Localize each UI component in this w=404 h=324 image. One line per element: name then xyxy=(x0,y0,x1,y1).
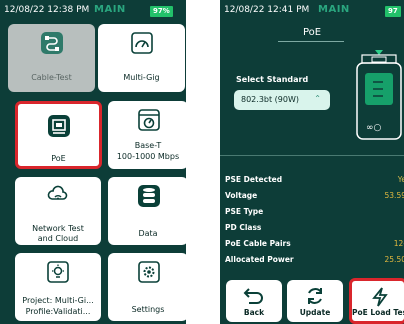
back-arrow-icon xyxy=(243,288,263,304)
result-label: Allocated Power xyxy=(225,255,294,264)
main-menu-screen: 12/08/22 12:38 PM MAIN 97% Cable-Test Mu… xyxy=(0,0,186,324)
status-app-name: MAIN xyxy=(318,4,350,15)
select-standard-label: Select Standard xyxy=(236,75,309,84)
result-label: PoE Cable Pairs xyxy=(225,239,291,248)
result-row: PD Class xyxy=(225,223,404,235)
standard-select[interactable]: 802.3bt (90W) ⌃ xyxy=(234,90,330,110)
tile-multi-gig[interactable]: Multi-Gig xyxy=(98,24,185,92)
status-time: 12/08/22 12:38 PM xyxy=(4,5,90,15)
tile-label: Data xyxy=(138,229,158,238)
lightbulb-icon xyxy=(47,261,69,283)
tile-network-test[interactable]: Network Test and Cloud xyxy=(15,177,101,245)
chevron-up-icon: ⌃ xyxy=(314,94,321,103)
page-title: PoE xyxy=(302,27,322,38)
poe-screen: 12/08/22 12:41 PM MAIN 97 PoE Select Sta… xyxy=(220,0,404,324)
battery-indicator: 97 xyxy=(385,6,401,17)
status-time: 12/08/22 12:41 PM xyxy=(224,5,310,15)
gear-icon xyxy=(138,261,160,283)
status-bar: 12/08/22 12:38 PM MAIN 97% xyxy=(0,0,186,24)
result-row: PSE Detected Ye xyxy=(225,175,404,187)
refresh-icon xyxy=(308,288,322,304)
result-row: PoE Cable Pairs 12- xyxy=(225,239,404,251)
svg-text:∞○: ∞○ xyxy=(366,123,381,133)
tile-settings[interactable]: Settings xyxy=(108,253,186,321)
tile-label: Base-T xyxy=(134,141,162,150)
tile-project[interactable]: Project: Multi-Gi... Profile:Validati... xyxy=(15,253,101,321)
result-label: Voltage xyxy=(225,191,258,200)
result-label: PSE Type xyxy=(225,207,264,216)
result-value: 53.59 xyxy=(384,191,404,200)
tester-device-icon: ∞○ xyxy=(356,50,402,140)
lightning-icon xyxy=(372,287,388,307)
update-button[interactable]: Update xyxy=(287,280,343,322)
battery-indicator: 97% xyxy=(150,6,173,17)
result-label: PSE Detected xyxy=(225,175,283,184)
result-label: PD Class xyxy=(225,223,262,232)
battery-nub xyxy=(171,9,173,14)
back-button-label: Back xyxy=(243,308,265,317)
section-divider xyxy=(220,155,404,156)
poe-port-icon xyxy=(48,115,70,137)
tile-label: Network Test xyxy=(32,224,84,233)
tile-cable-test[interactable]: Cable-Test xyxy=(8,24,95,92)
title-underline xyxy=(278,41,344,42)
tile-label: Project: Multi-Gi... xyxy=(22,296,94,305)
tile-sublabel: and Cloud xyxy=(37,234,79,243)
database-icon xyxy=(138,185,160,207)
tile-sublabel: Profile:Validati... xyxy=(25,307,91,316)
result-value: 12- xyxy=(393,239,404,248)
standard-select-value: 802.3bt (90W) xyxy=(241,95,299,104)
speedometer-icon xyxy=(131,32,153,54)
tile-data[interactable]: Data xyxy=(108,177,186,245)
result-row: PSE Type xyxy=(225,207,404,219)
tile-label: Cable-Test xyxy=(31,73,72,82)
tile-sublabel: 100-1000 Mbps xyxy=(116,152,180,161)
back-button[interactable]: Back xyxy=(226,280,282,322)
result-value: 25.50 xyxy=(384,255,404,264)
tile-label: PoE xyxy=(51,154,66,163)
poe-load-test-label: PoE Load Tes xyxy=(352,308,404,317)
result-row: Voltage 53.59 xyxy=(225,191,404,203)
poe-load-test-button[interactable]: PoE Load Tes xyxy=(349,278,404,324)
status-app-name: MAIN xyxy=(94,4,126,15)
tile-label: Settings xyxy=(131,305,165,314)
result-value: Ye xyxy=(397,175,404,184)
status-bar: 12/08/22 12:41 PM MAIN 97 xyxy=(220,0,404,24)
cloud-network-icon xyxy=(47,185,69,207)
result-row: Allocated Power 25.50 xyxy=(225,255,404,267)
gauge-icon xyxy=(138,109,160,131)
cable-test-icon xyxy=(41,32,63,54)
tile-poe[interactable]: PoE xyxy=(15,101,102,169)
update-button-label: Update xyxy=(299,308,331,317)
tile-base-t[interactable]: Base-T 100-1000 Mbps xyxy=(108,101,186,169)
tile-label: Multi-Gig xyxy=(123,73,160,82)
